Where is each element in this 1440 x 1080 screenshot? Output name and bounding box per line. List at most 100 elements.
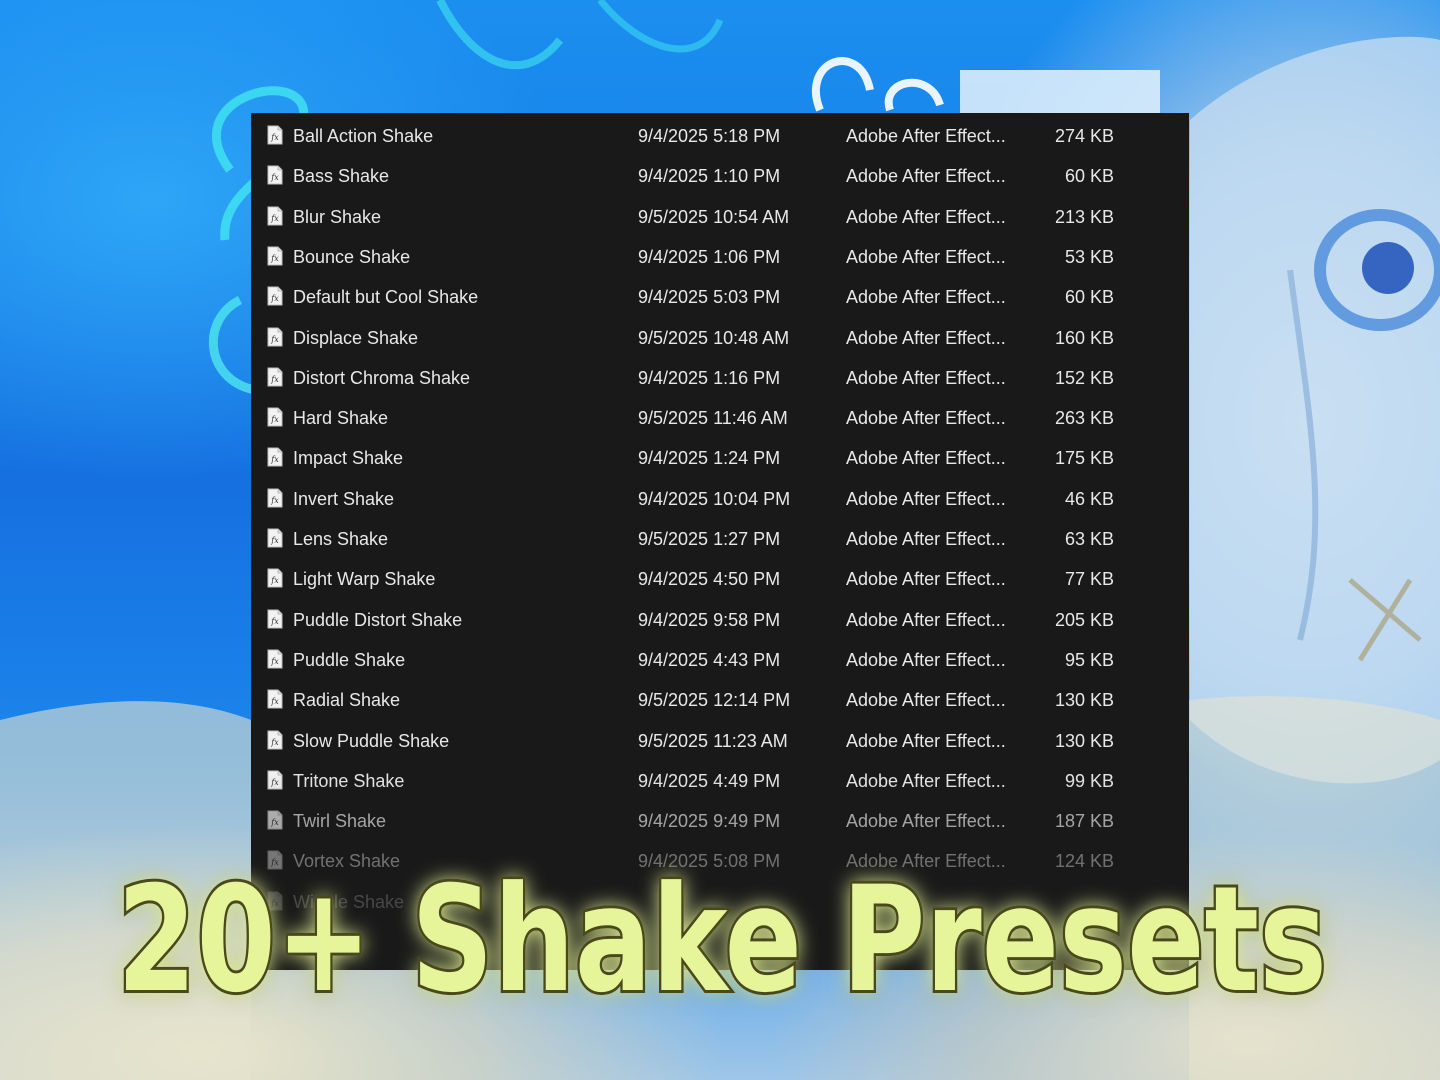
file-row[interactable]: fx Ball Action Shake 9/4/2025 5:18 PM Adobe…: [251, 116, 1189, 156]
file-type: Adobe After Effect...: [846, 569, 1006, 590]
fx-preset-file-icon: fx: [267, 125, 283, 145]
file-row[interactable]: fx Distort Chroma Shake 9/4/2025 1:16 PM Ad…: [251, 358, 1189, 398]
svg-text:fx: fx: [270, 697, 279, 706]
svg-text:fx: fx: [270, 375, 279, 384]
file-name: Blur Shake: [293, 206, 382, 227]
svg-text:fx: fx: [270, 576, 279, 585]
file-name: Ball Action Shake: [293, 126, 434, 146]
svg-text:fx: fx: [270, 133, 279, 142]
file-size: 175 KB: [1054, 448, 1114, 469]
file-name: Bounce Shake: [293, 246, 411, 267]
fx-preset-file-icon: fx: [267, 327, 283, 347]
file-type: Adobe After Effect...: [846, 529, 1006, 549]
file-type: Adobe After Effect...: [846, 730, 1006, 751]
file-row[interactable]: fx Slow Puddle Shake 9/5/2025 11:23 AM Adob…: [251, 721, 1189, 761]
file-type: Adobe After Effect...: [846, 287, 1006, 308]
file-name: Lens Shake: [293, 529, 389, 549]
file-name: Puddle Distort Shake: [293, 609, 463, 630]
fx-preset-file-icon: fx: [267, 286, 283, 306]
file-date-modified: 9/5/2025 10:48 AM: [638, 327, 790, 348]
file-size: 99 KB: [1064, 770, 1114, 791]
file-size: 160 KB: [1054, 327, 1114, 348]
file-row[interactable]: fx Impact Shake 9/4/2025 1:24 PM Adobe Afte…: [251, 438, 1189, 478]
file-date-modified: 9/4/2025 5:18 PM: [638, 126, 781, 146]
file-type: Adobe After Effect...: [846, 367, 1006, 388]
svg-text:fx: fx: [270, 657, 279, 666]
fx-preset-file-icon: fx: [267, 649, 283, 669]
svg-text:fx: fx: [270, 254, 279, 263]
file-name: Impact Shake: [293, 448, 404, 469]
file-row[interactable]: fx Invert Shake 9/4/2025 10:04 PM Adobe Aft…: [251, 479, 1189, 519]
file-date-modified: 9/4/2025 1:10 PM: [638, 166, 781, 187]
file-type: Adobe After Effect...: [846, 206, 1006, 227]
fx-preset-file-icon: fx: [267, 367, 283, 387]
file-name: Bass Shake: [293, 166, 390, 187]
file-size: 60 KB: [1064, 287, 1114, 308]
file-size: 63 KB: [1064, 529, 1114, 549]
file-row[interactable]: fx Puddle Distort Shake 9/4/2025 9:58 PM Ad…: [251, 600, 1189, 640]
file-type: Adobe After Effect...: [846, 690, 1006, 711]
file-size: 205 KB: [1054, 609, 1114, 630]
fx-preset-file-icon: fx: [267, 246, 283, 266]
file-size: 130 KB: [1054, 690, 1114, 711]
file-name: Distort Chroma Shake: [293, 367, 471, 388]
file-type: Adobe After Effect...: [846, 166, 1006, 187]
file-date-modified: 9/4/2025 1:06 PM: [638, 246, 781, 267]
file-row[interactable]: fx Displace Shake 9/5/2025 10:48 AM Adobe A…: [251, 318, 1189, 358]
svg-text:fx: fx: [270, 738, 279, 747]
fx-preset-file-icon: fx: [267, 689, 283, 709]
file-date-modified: 9/4/2025 1:24 PM: [638, 448, 781, 469]
fx-preset-file-icon: fx: [267, 528, 283, 548]
file-date-modified: 9/5/2025 12:14 PM: [638, 690, 791, 711]
svg-text:fx: fx: [270, 214, 279, 223]
fx-preset-file-icon: fx: [267, 447, 283, 467]
file-date-modified: 9/4/2025 10:04 PM: [638, 488, 791, 509]
file-name: Default but Cool Shake: [293, 287, 479, 308]
svg-text:fx: fx: [270, 617, 279, 626]
file-row[interactable]: fx Bounce Shake 9/4/2025 1:06 PM Adobe Afte…: [251, 237, 1189, 277]
file-type: Adobe After Effect...: [846, 770, 1006, 791]
svg-text:fx: fx: [270, 496, 279, 505]
fx-preset-file-icon: fx: [267, 770, 283, 790]
file-name: Displace Shake: [293, 327, 419, 348]
file-type: Adobe After Effect...: [846, 408, 1006, 429]
fx-preset-file-icon: fx: [267, 488, 283, 508]
svg-text:fx: fx: [270, 415, 279, 424]
fx-preset-file-icon: fx: [267, 568, 283, 588]
file-row[interactable]: fx Lens Shake 9/5/2025 1:27 PM Adobe After …: [251, 519, 1189, 559]
file-size: 46 KB: [1064, 488, 1114, 509]
file-name: Tritone Shake: [293, 770, 405, 791]
file-row[interactable]: fx Tritone Shake 9/4/2025 4:49 PM Adobe Aft…: [251, 761, 1189, 801]
file-size: 152 KB: [1054, 367, 1114, 388]
file-row[interactable]: fx Light Warp Shake 9/4/2025 4:50 PM Adobe …: [251, 559, 1189, 599]
fx-preset-file-icon: fx: [267, 609, 283, 629]
file-row[interactable]: fx Default but Cool Shake 9/4/2025 5:03 PM…: [251, 277, 1189, 317]
file-size: 263 KB: [1054, 408, 1114, 429]
file-size: 95 KB: [1064, 649, 1114, 670]
file-row[interactable]: fx Hard Shake 9/5/2025 11:46 AM Adobe After…: [251, 398, 1189, 438]
file-type: Adobe After Effect...: [846, 246, 1006, 267]
file-date-modified: 9/5/2025 11:46 AM: [638, 408, 788, 429]
file-date-modified: 9/5/2025 11:23 AM: [638, 730, 788, 751]
file-date-modified: 9/4/2025 4:49 PM: [638, 770, 781, 791]
svg-text:fx: fx: [270, 778, 279, 787]
file-row[interactable]: fx Bass Shake 9/4/2025 1:10 PM Adobe After …: [251, 156, 1189, 196]
file-type: Adobe After Effect...: [846, 126, 1006, 146]
file-name: Radial Shake: [293, 690, 401, 711]
file-row[interactable]: fx Puddle Shake 9/4/2025 4:43 PM Adobe Afte…: [251, 640, 1189, 680]
title-text: 20+ Shake Presets: [117, 855, 1327, 1025]
file-name: Hard Shake: [293, 408, 389, 429]
fx-preset-file-icon: fx: [267, 206, 283, 226]
file-size: 77 KB: [1064, 569, 1114, 590]
file-size: 213 KB: [1054, 206, 1114, 227]
svg-text:fx: fx: [270, 455, 279, 464]
file-date-modified: 9/4/2025 5:03 PM: [638, 287, 781, 308]
svg-text:fx: fx: [270, 294, 279, 303]
fx-preset-file-icon: fx: [267, 407, 283, 427]
file-row[interactable]: fx Blur Shake 9/5/2025 10:54 AM Adobe After…: [251, 197, 1189, 237]
title-banner: 20+ Shake Presets: [114, 852, 1330, 1028]
fx-preset-file-icon: fx: [267, 165, 283, 185]
file-row[interactable]: fx Radial Shake 9/5/2025 12:14 PM Adobe Aft…: [251, 680, 1189, 720]
file-name: Light Warp Shake: [293, 569, 436, 590]
file-date-modified: 9/4/2025 1:16 PM: [638, 367, 781, 388]
